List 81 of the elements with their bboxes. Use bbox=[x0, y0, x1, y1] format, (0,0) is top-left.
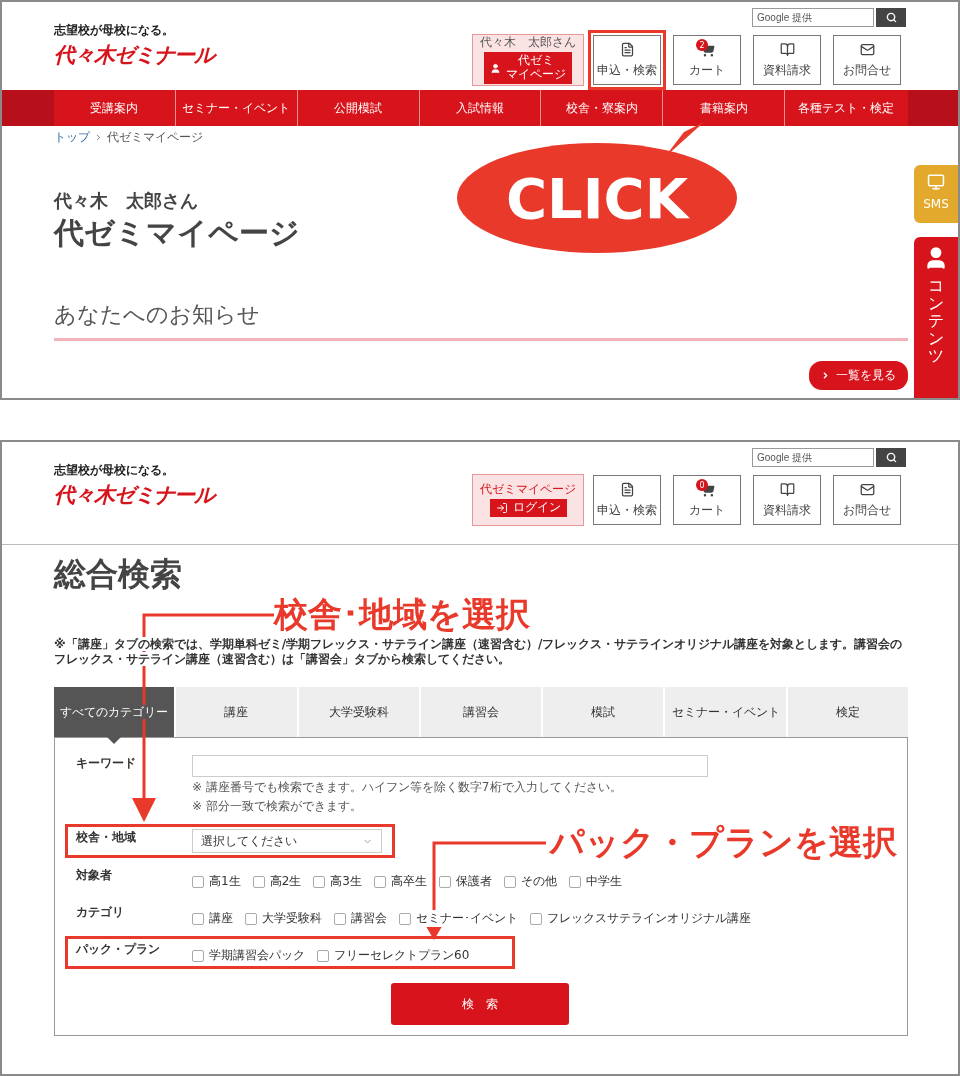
category-tab[interactable]: 模試 bbox=[543, 687, 664, 737]
nav-item[interactable]: 入試情報 bbox=[418, 90, 541, 126]
monitor-icon bbox=[927, 173, 945, 191]
search-button[interactable] bbox=[876, 448, 906, 467]
nav-item[interactable]: セミナー・イベント bbox=[174, 90, 297, 126]
header-icon-button[interactable]: お問合せ bbox=[833, 475, 901, 525]
field-label: 対象者 bbox=[76, 867, 113, 884]
notice-text: ※「講座」タブの検索では、学期単科ゼミ/学期フレックス・サテライン講座（速習含む）/フレックス・サテラインオリジナル講座を対象とします。講習会のフレックス・サテライン講座（速習含む）は「講習会」タブから検索してください。 bbox=[54, 637, 904, 667]
search-field[interactable]: Google 提供 bbox=[752, 448, 874, 467]
hint-text: ※ 講座番号でも検索できます。ハイフン等を除く数字7桁で入力してください。 bbox=[192, 779, 623, 796]
login-icon bbox=[495, 502, 508, 515]
book-icon bbox=[779, 41, 795, 57]
search-button[interactable] bbox=[876, 8, 906, 27]
search-field[interactable]: Google 提供 bbox=[752, 8, 874, 27]
checkbox-option[interactable]: 大学受験科 bbox=[245, 910, 322, 927]
document-icon bbox=[619, 481, 635, 497]
category-tab[interactable]: 大学受験科 bbox=[298, 687, 419, 737]
checkbox-option[interactable]: フリーセレクトプラン60 bbox=[317, 947, 470, 964]
checkbox-option[interactable]: 学期講習会パック bbox=[192, 947, 305, 964]
more-button[interactable]: 一覧を見る bbox=[809, 361, 908, 390]
header-icon-button[interactable]: 資料請求 bbox=[753, 475, 821, 525]
side-tab[interactable]: コンテンツ bbox=[914, 237, 958, 398]
user-name: 代々木 太郎さん bbox=[480, 36, 576, 50]
user-name: 代ゼミマイページ bbox=[480, 483, 576, 497]
page-title: 代ゼミマイページ bbox=[54, 214, 300, 252]
breadcrumb-separator-icon bbox=[94, 133, 103, 142]
mail-icon bbox=[859, 41, 875, 57]
annotation-label: パック・プランを選択 bbox=[550, 821, 897, 864]
search-icon bbox=[885, 12, 897, 23]
field-label: パック・プラン bbox=[76, 941, 161, 958]
header-icon-button[interactable]: お問合せ bbox=[833, 35, 901, 85]
checkbox-option[interactable]: 高1生 bbox=[192, 873, 241, 890]
greeting: 代々木 太郎さん bbox=[54, 189, 198, 213]
field-label: キーワード bbox=[76, 755, 137, 772]
category-tab[interactable]: セミナー・イベント bbox=[665, 687, 786, 737]
cart-badge: 2 bbox=[696, 39, 708, 51]
nav-item[interactable]: 公開模試 bbox=[296, 90, 419, 126]
campus-select[interactable]: 選択してください bbox=[192, 829, 382, 853]
checkbox-option[interactable]: 保護者 bbox=[438, 873, 492, 890]
user-icon bbox=[490, 62, 501, 74]
checkbox-option[interactable]: 講座 bbox=[192, 910, 233, 927]
search-icon bbox=[885, 452, 897, 463]
category-tab[interactable]: 検定 bbox=[787, 687, 908, 737]
mypage-button[interactable]: 代ゼミ マイページ bbox=[484, 52, 572, 84]
hint-text: ※ 部分一致で検索ができます。 bbox=[192, 798, 363, 815]
header-icon-button[interactable]: 0 カート bbox=[673, 475, 741, 525]
nav-item[interactable]: 各種テスト・検定 bbox=[784, 90, 906, 126]
checkbox-option[interactable]: 講習会 bbox=[334, 910, 387, 927]
header-icon-button[interactable]: 資料請求 bbox=[753, 35, 821, 85]
category-tab[interactable]: 講座 bbox=[176, 687, 297, 737]
book-icon bbox=[779, 481, 795, 497]
field-label: 校舎・地域 bbox=[76, 829, 137, 846]
checkbox-option[interactable]: 中学生 bbox=[568, 873, 622, 890]
checkbox-option[interactable]: フレックスサテラインオリジナル講座 bbox=[530, 910, 751, 927]
chevron-icon bbox=[821, 371, 830, 380]
checkbox-option[interactable]: その他 bbox=[503, 873, 557, 890]
header-icon-button[interactable]: 申込・検索 bbox=[593, 475, 661, 525]
search-button[interactable]: 検 索 bbox=[391, 983, 569, 1025]
page-title: 総合検索 bbox=[54, 554, 182, 595]
annotation-label: 校舎･地域を選択 bbox=[274, 593, 530, 636]
nav-item[interactable]: 受講案内 bbox=[54, 90, 175, 126]
breadcrumb-current: 代ゼミマイページ bbox=[107, 129, 203, 146]
login-button[interactable]: ログイン bbox=[489, 499, 567, 517]
breadcrumb-link[interactable]: トップ bbox=[54, 129, 90, 146]
checkbox-option[interactable]: 高卒生 bbox=[373, 873, 427, 890]
header-icon-button[interactable]: 2 カート bbox=[673, 35, 741, 85]
keyword-field[interactable] bbox=[192, 755, 708, 777]
header-icon-button[interactable]: 申込・検索 bbox=[593, 35, 661, 85]
mail-icon bbox=[859, 481, 875, 497]
checkbox-option[interactable]: セミナー･イベント bbox=[399, 910, 518, 927]
document-icon bbox=[619, 41, 635, 57]
section-heading: あなたへのお知らせ bbox=[54, 300, 908, 341]
tagline: 志望校が母校になる。 bbox=[54, 462, 174, 479]
cart-badge: 0 bbox=[696, 479, 708, 491]
checkbox-option[interactable]: 高3生 bbox=[313, 873, 362, 890]
tab-pointer bbox=[107, 737, 122, 744]
tagline: 志望校が母校になる。 bbox=[54, 22, 174, 39]
checkbox-option[interactable]: 高2生 bbox=[252, 873, 302, 890]
nav-item[interactable]: 校舎・寮案内 bbox=[540, 90, 663, 126]
category-tab[interactable]: 講習会 bbox=[420, 687, 542, 737]
field-label: カテゴリ bbox=[76, 904, 125, 921]
